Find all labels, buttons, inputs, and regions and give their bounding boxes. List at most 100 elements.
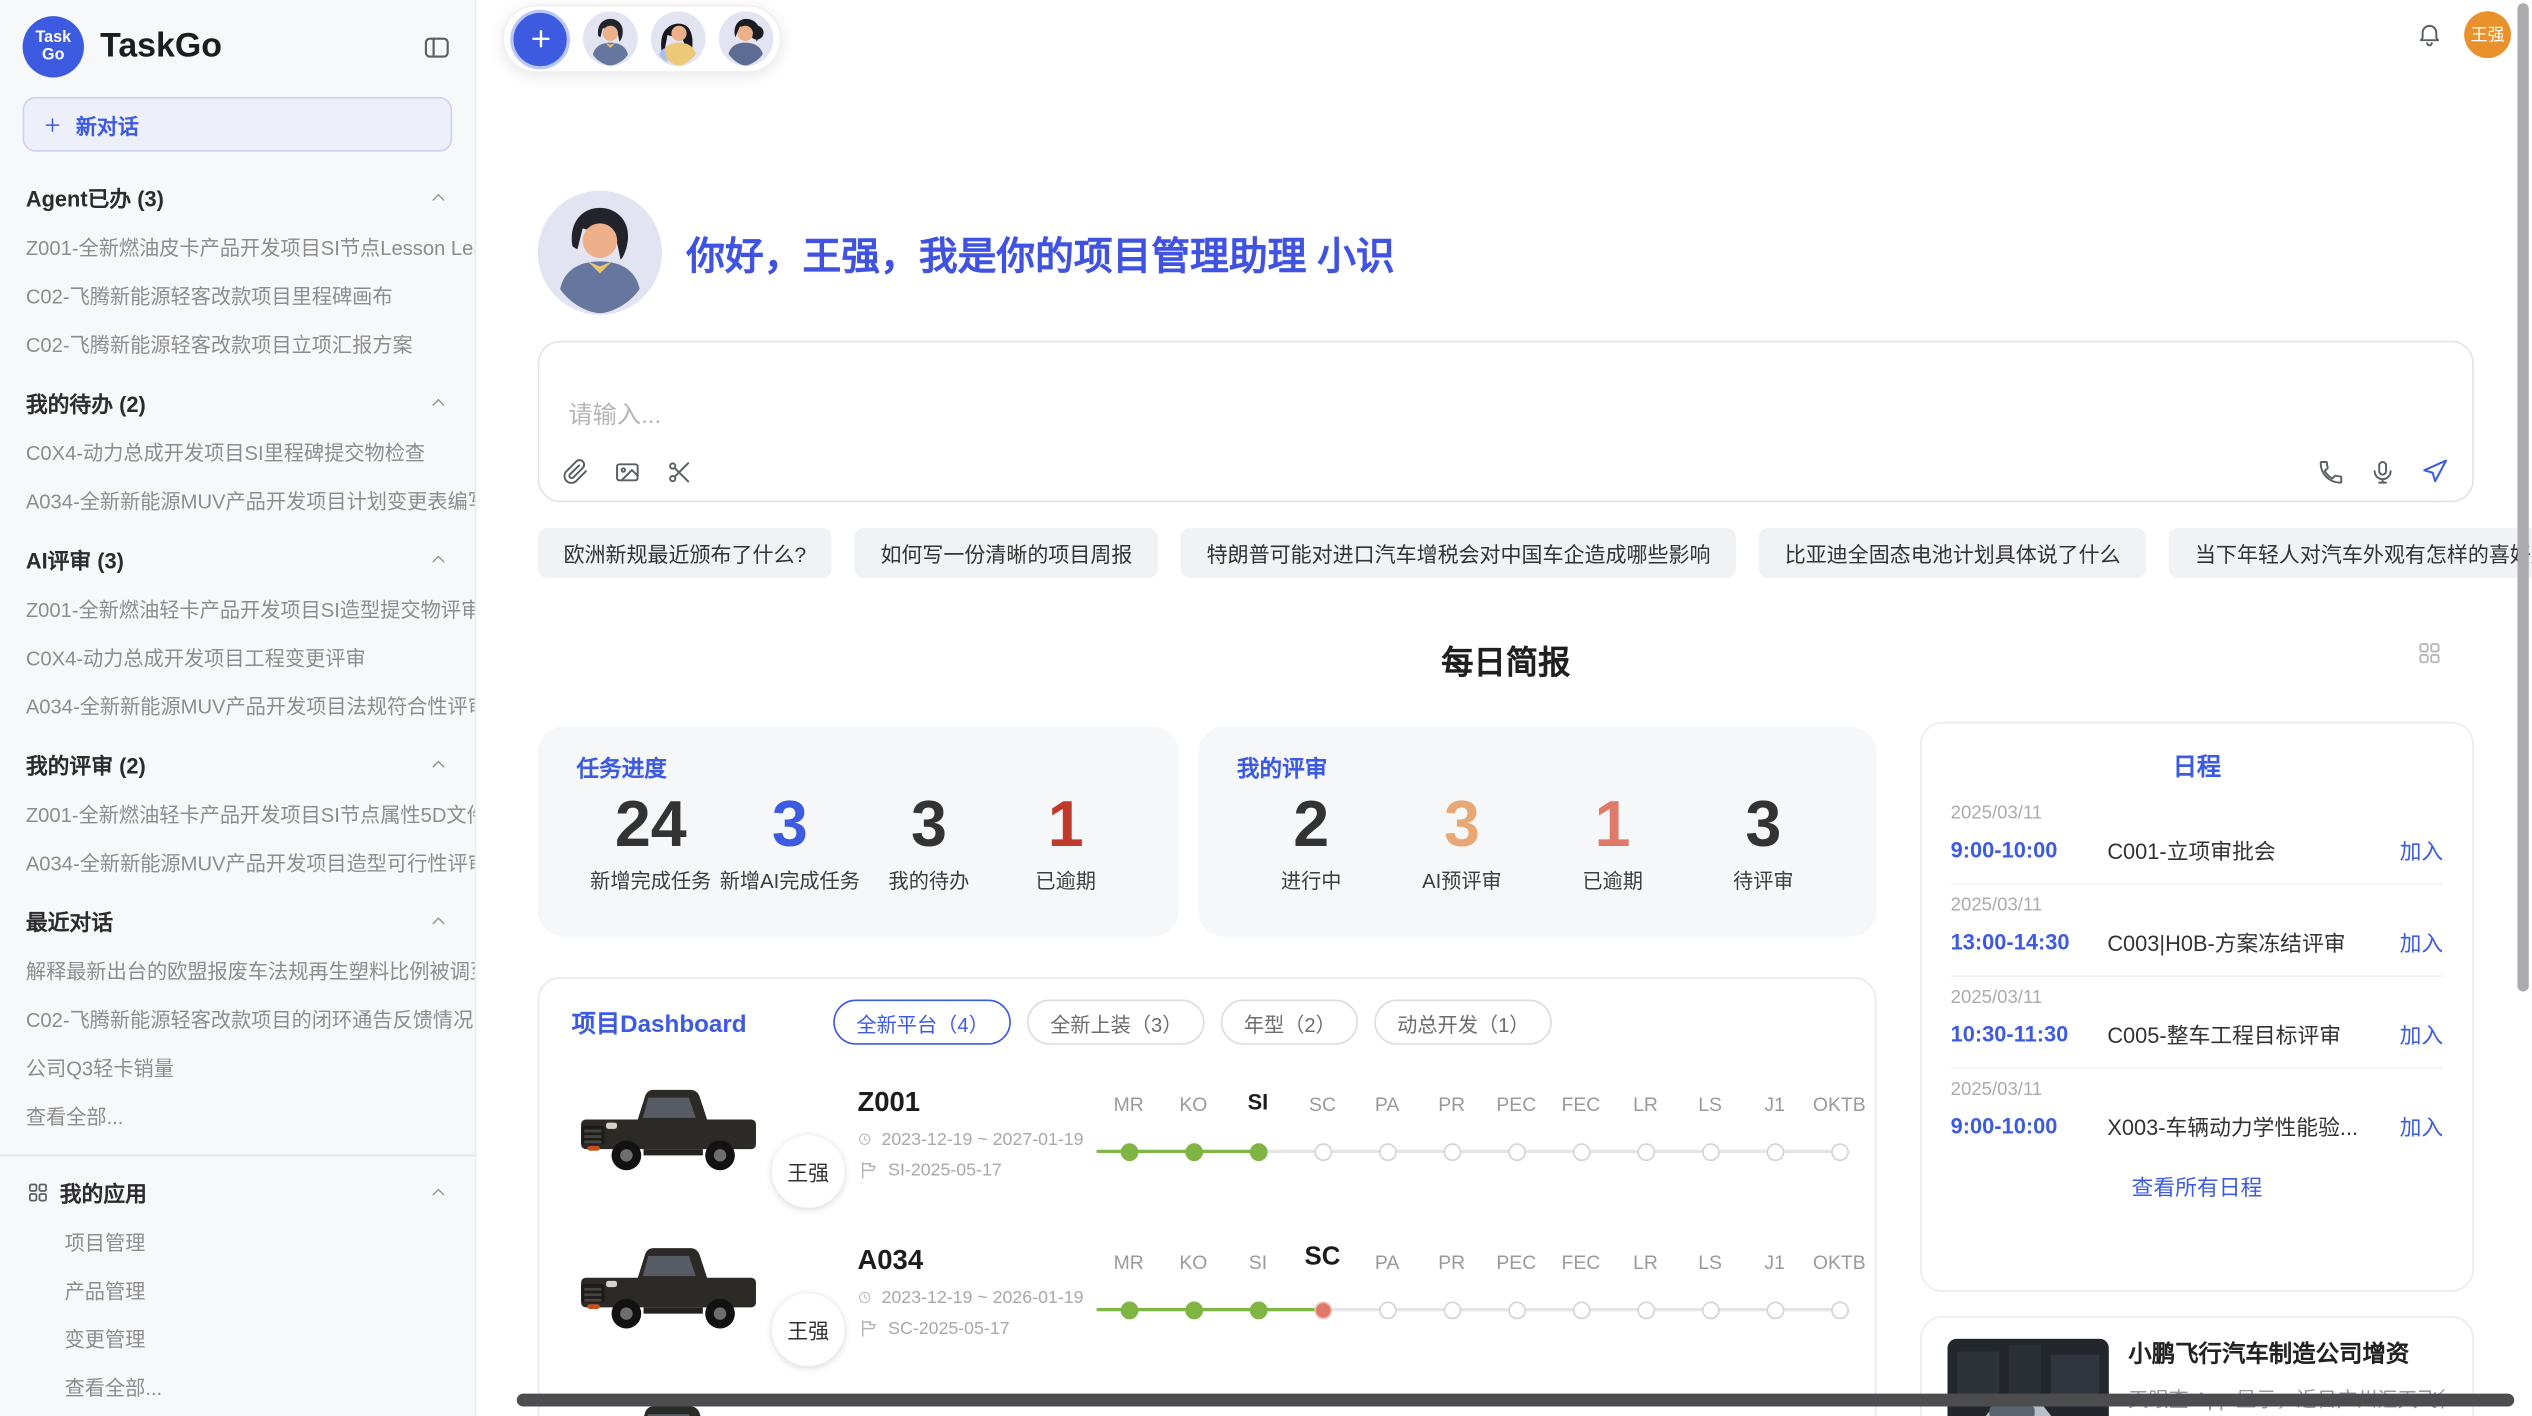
chevron-up-icon[interactable] <box>428 548 449 569</box>
milestone-dot-ls[interactable] <box>1701 1301 1719 1319</box>
add-assistant-button[interactable] <box>510 9 570 69</box>
chat-input[interactable] <box>565 400 2025 431</box>
milestone-dot-pa[interactable] <box>1378 1301 1396 1319</box>
sidebar-group-3-header[interactable]: 我的评审 (2) <box>0 738 475 788</box>
milestone-dot-lr[interactable] <box>1637 1301 1655 1319</box>
milestone-dot-pec[interactable] <box>1507 1301 1525 1319</box>
sidebar-list-item[interactable]: 产品管理 <box>0 1264 475 1312</box>
project-dates-text: 2023-12-19 ~ 2027-01-19 <box>882 1130 1084 1149</box>
milestone-dot-ko[interactable] <box>1184 1142 1202 1160</box>
vertical-scrollbar[interactable] <box>2517 3 2528 991</box>
milestone-dot-pec[interactable] <box>1507 1142 1525 1160</box>
suggestion-chip[interactable]: 比亚迪全固态电池计划具体说了什么 <box>1759 528 2147 578</box>
dashboard-filter-chip[interactable]: 全新上装（3） <box>1028 1000 1206 1045</box>
sidebar-list-item[interactable]: Z001-全新燃油皮卡产品开发项目SI节点Lesson Learn报告 <box>0 221 475 269</box>
milestone-dot-j1[interactable] <box>1766 1301 1784 1319</box>
recent-chats-header[interactable]: 最近对话 <box>0 895 475 945</box>
screenshot-button[interactable] <box>665 459 692 486</box>
sidebar-group-1-header[interactable]: 我的待办 (2) <box>0 376 475 426</box>
send-button[interactable] <box>2421 457 2450 486</box>
milestone-dot-j1[interactable] <box>1766 1142 1784 1160</box>
sidebar-list-item[interactable]: C0X4-动力总成开发项目工程变更评审 <box>0 631 475 679</box>
assistant-avatar-1[interactable] <box>583 11 638 66</box>
assistant-avatar-3[interactable] <box>719 11 774 66</box>
join-button[interactable]: 加入 <box>2400 925 2444 957</box>
project-row[interactable]: 王强A0342023-12-19 ~ 2026-01-19SC-2025-05-… <box>539 1211 1874 1369</box>
microphone-button[interactable] <box>2369 458 2396 485</box>
suggestion-chip[interactable]: 特朗普可能对进口汽车增税会对中国车企造成哪些影响 <box>1181 528 1737 578</box>
milestone-dot-si[interactable] <box>1249 1142 1267 1160</box>
sidebar-list-item[interactable]: A034-全新新能源MUV产品开发项目计划变更表编写 <box>0 475 475 523</box>
sidebar-list-item[interactable]: 解释最新出台的欧盟报废车法规再生塑料比例被调至15%... <box>0 945 475 993</box>
milestone-dot-pr[interactable] <box>1443 1301 1461 1319</box>
stat-item: 1已逾期 <box>1545 788 1681 895</box>
sidebar-list-item[interactable]: A034-全新新能源MUV产品开发项目造型可行性评审 <box>0 836 475 884</box>
my-apps-header[interactable]: 我的应用 <box>0 1166 475 1216</box>
milestone-dot-ls[interactable] <box>1701 1142 1719 1160</box>
stat-label: AI预评审 <box>1394 864 1530 895</box>
schedule-date: 2025/03/11 <box>1951 804 2444 823</box>
chevron-up-icon[interactable] <box>428 753 449 774</box>
horizontal-scrollbar[interactable] <box>517 1394 2515 1407</box>
dashboard-filter-chip[interactable]: 全新平台（4） <box>834 1000 1012 1045</box>
chevron-up-icon[interactable] <box>428 187 449 208</box>
sidebar-group-0-header[interactable]: Agent已办 (3) <box>0 171 475 221</box>
flag-icon <box>857 1159 878 1180</box>
milestone-dot-oktb[interactable] <box>1830 1142 1848 1160</box>
view-all-link[interactable]: 查看全部... <box>0 1361 475 1409</box>
sidebar-list-item[interactable]: Z001-全新燃油轻卡产品开发项目SI造型提交物评审 <box>0 583 475 631</box>
milestone-dot-si[interactable] <box>1249 1301 1267 1319</box>
milestone-dot-mr[interactable] <box>1120 1142 1138 1160</box>
assistant-avatar-2[interactable] <box>651 11 706 66</box>
milestone-dot-sc[interactable] <box>1314 1301 1332 1319</box>
join-button[interactable]: 加入 <box>2400 1017 2444 1049</box>
sidebar-list-item[interactable]: 项目管理 <box>0 1216 475 1264</box>
sidebar-list-item[interactable]: C02-飞腾新能源轻客改款项目里程碑画布 <box>0 270 475 318</box>
milestone-dot-pr[interactable] <box>1443 1142 1461 1160</box>
milestone-dot-fec[interactable] <box>1572 1301 1590 1319</box>
milestone-dot-pa[interactable] <box>1378 1142 1396 1160</box>
dashboard-filter-chip[interactable]: 年型（2） <box>1221 1000 1358 1045</box>
suggestion-chip[interactable]: 当下年轻人对汽车外观有怎样的喜好趋势 <box>2169 528 2532 578</box>
layout-grid-icon[interactable] <box>2416 639 2443 666</box>
project-row[interactable]: 王强Z0012023-12-19 ~ 2027-01-19SI-2025-05-… <box>539 1053 1874 1211</box>
my-review-stats: 2进行中3AI预评审1已逾期3待评审 <box>1237 788 1838 895</box>
image-upload-button[interactable] <box>614 459 641 486</box>
sidebar-list-item[interactable]: C0X4-动力总成开发项目SI里程碑提交物检查 <box>0 426 475 474</box>
join-button[interactable]: 加入 <box>2400 1109 2444 1141</box>
suggestion-chip[interactable]: 欧洲新规最近颁布了什么? <box>538 528 832 578</box>
sidebar-list-item[interactable]: Z001-全新燃油轻卡产品开发项目SI节点属性5D文件评审 <box>0 788 475 836</box>
chevron-up-icon[interactable] <box>428 392 449 413</box>
milestone-dot-fec[interactable] <box>1572 1142 1590 1160</box>
sidebar-group-2-label: AI评审 (3) <box>26 543 124 575</box>
milestone-label-si: SI <box>1222 1251 1293 1274</box>
sidebar-item-cloud-space[interactable]: 我的云空间 <box>0 1410 475 1416</box>
sidebar-list-item[interactable]: 变更管理 <box>0 1313 475 1361</box>
new-chat-button[interactable]: 新对话 <box>23 97 453 152</box>
sidebar-group-2-header[interactable]: AI评审 (3) <box>0 533 475 583</box>
milestone-dot-ko[interactable] <box>1184 1301 1202 1319</box>
milestone-dot-sc[interactable] <box>1314 1142 1332 1160</box>
milestone-dot-oktb[interactable] <box>1830 1301 1848 1319</box>
schedule-time: 9:00-10:00 <box>1951 837 2108 861</box>
view-all-schedule-link[interactable]: 查看所有日程 <box>1951 1169 2444 1201</box>
milestone-dot-lr[interactable] <box>1637 1142 1655 1160</box>
sidebar-list-item[interactable]: 公司Q3轻卡销量 <box>0 1042 475 1090</box>
milestone-label-lr: LR <box>1610 1251 1681 1274</box>
sidebar-toggle-icon[interactable] <box>421 31 452 62</box>
sidebar-list-item[interactable]: C02-飞腾新能源轻客改款项目的闭环通告反馈情况 <box>0 993 475 1041</box>
milestone-dot-mr[interactable] <box>1120 1301 1138 1319</box>
suggestion-chip[interactable]: 如何写一份清晰的项目周报 <box>855 528 1159 578</box>
notification-bell-icon[interactable] <box>2416 19 2443 48</box>
milestone-label-oktb: OKTB <box>1804 1251 1875 1274</box>
view-all-link[interactable]: 查看全部... <box>0 1090 475 1138</box>
join-button[interactable]: 加入 <box>2400 833 2444 865</box>
chevron-up-icon[interactable] <box>428 910 449 931</box>
attachment-button[interactable] <box>562 459 589 486</box>
sidebar-list-item[interactable]: C02-飞腾新能源轻客改款项目立项汇报方案 <box>0 318 475 366</box>
sidebar-list-item[interactable]: A034-全新新能源MUV产品开发项目法规符合性评审 <box>0 680 475 728</box>
voice-call-button[interactable] <box>2317 458 2344 485</box>
chevron-up-icon[interactable] <box>428 1181 449 1202</box>
dashboard-filter-chip[interactable]: 动总开发（1） <box>1375 1000 1553 1045</box>
user-avatar[interactable]: 王强 <box>2464 11 2511 58</box>
